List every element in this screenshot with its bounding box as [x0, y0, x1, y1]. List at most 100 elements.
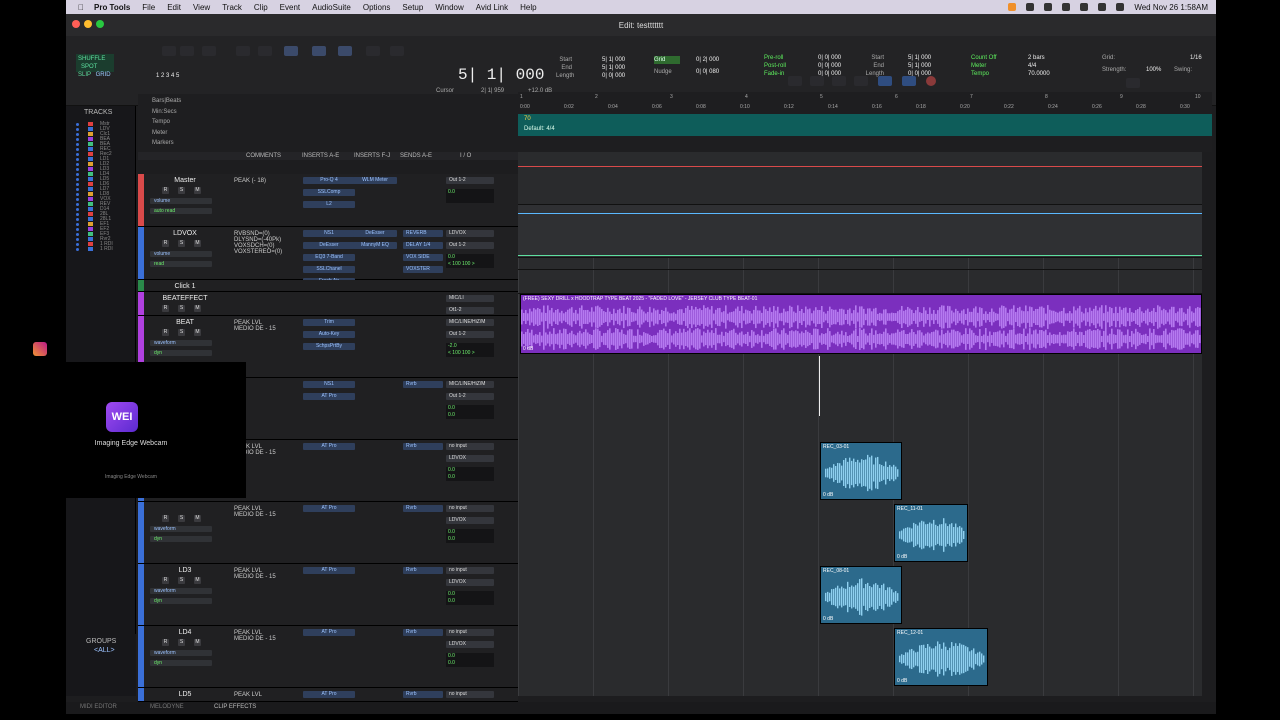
start-value[interactable]: 5| 1| 000 [602, 57, 625, 63]
track-mute-button[interactable]: M [194, 639, 201, 646]
track-show-dot[interactable] [76, 148, 79, 151]
clip-rec-12[interactable]: REC_12-01 0 dB [894, 628, 988, 686]
track-show-dot[interactable] [76, 128, 79, 131]
track-record-button[interactable]: R [162, 577, 169, 584]
wifi-icon[interactable] [1080, 3, 1089, 11]
track-show-dot[interactable] [76, 238, 79, 241]
track-show-dot[interactable] [76, 248, 79, 251]
track-record-button[interactable]: R [162, 329, 169, 336]
group-all[interactable]: <ALL> [66, 645, 136, 654]
insert-slot-fj[interactable]: WLM Meter [353, 177, 397, 184]
zoomer-tool-icon[interactable] [236, 46, 250, 56]
mode-slip[interactable]: SLIP [78, 72, 91, 78]
track-show-dot[interactable] [76, 218, 79, 221]
track-row[interactable]: LD5 PEAK LVL AT Pro Rvrb no input [138, 688, 518, 702]
insert-slot[interactable]: Trim [303, 319, 355, 326]
end2-value[interactable]: 5| 1| 000 [908, 63, 931, 69]
send-slot[interactable]: VOXSTER [403, 266, 443, 273]
stop-button[interactable] [878, 76, 892, 86]
countoff-value[interactable]: 2 bars [1028, 55, 1045, 61]
trim-tool-icon[interactable] [284, 46, 298, 56]
grid-right-value[interactable]: 1/16 [1190, 54, 1202, 62]
insert-slot[interactable]: SchpsPrtBy [303, 343, 355, 350]
volume-readout[interactable]: 0.0 0.0 [446, 591, 494, 605]
control-center-icon[interactable] [1116, 3, 1125, 11]
pan-value[interactable]: 0.0 [448, 536, 455, 542]
mode-spot[interactable]: SPOT [81, 64, 97, 70]
track-comment[interactable]: PEAK LVL MEDIO DE - 15 [234, 568, 276, 580]
play-button[interactable] [832, 76, 846, 86]
volume-value[interactable]: 0.0 [448, 254, 455, 260]
track-solo-button[interactable]: S [178, 639, 185, 646]
insert-slot[interactable]: Pro-Q 4 [303, 177, 355, 184]
menu-file[interactable]: File [142, 3, 155, 12]
zoom-toggle-button[interactable] [202, 46, 216, 56]
io-selector[interactable]: Out 1-2 [446, 331, 494, 338]
track-row[interactable]: R S Mwaveform dyn PEAK LVL MEDIO DE - 15 AT P… [138, 502, 518, 564]
insert-slot[interactable]: NS1 [303, 381, 355, 388]
volume-value[interactable]: 0.0 [448, 467, 455, 473]
track-mute-button[interactable]: M [194, 305, 201, 312]
volume-icon[interactable] [1026, 3, 1035, 11]
midi-values[interactable]: 2 bars 4/4 70.0000 [1028, 54, 1050, 78]
track-comment[interactable]: PEAK LVL [234, 692, 262, 698]
volume-readout[interactable]: 0.0 [446, 189, 494, 203]
tab-melodyne[interactable]: MELODYNE [150, 704, 184, 710]
insert-slot[interactable]: L2 [303, 201, 355, 208]
io-selector[interactable]: MIC/LI [446, 295, 494, 302]
sidebar-track-item[interactable]: 1 RDI [66, 247, 135, 252]
track-automation-selector[interactable]: dyn [150, 350, 212, 356]
edit-modes[interactable]: SHUFFLE SPOT SLIP GRID [76, 54, 114, 78]
clip-rec-08[interactable]: REC_08-01 0 dB [820, 566, 902, 624]
send-slot[interactable]: Rvrb [403, 629, 443, 636]
pan-value[interactable]: 0.0 [448, 660, 455, 666]
transport-sel-values[interactable]: 5| 1| 000 5| 1| 000 0| 0| 000 [908, 54, 931, 78]
selector-tool-icon[interactable] [312, 46, 326, 56]
menu-edit[interactable]: Edit [167, 3, 181, 12]
track-solo-button[interactable]: S [178, 577, 185, 584]
tab-midi-editor[interactable]: MIDI EDITOR [80, 704, 117, 710]
track-comment[interactable]: PEAK LVL MEDIO DE - 15 [234, 630, 276, 642]
track-solo-button[interactable]: S [178, 187, 185, 194]
track-show-dot[interactable] [76, 203, 79, 206]
track-automation-selector[interactable]: auto read [150, 208, 212, 214]
track-view-selector[interactable]: waveform [150, 526, 212, 532]
track-name[interactable]: BEATEFFECT [150, 295, 220, 302]
insert-slot[interactable]: Auto-Key [303, 331, 355, 338]
insert-slot[interactable]: AT Pro [303, 691, 355, 698]
tool-search-icon[interactable] [1126, 78, 1140, 88]
track-solo-button[interactable]: S [178, 329, 185, 336]
track-show-dot[interactable] [76, 228, 79, 231]
send-slot[interactable]: Rvrb [403, 567, 443, 574]
track-show-dot[interactable] [76, 198, 79, 201]
track-show-dot[interactable] [76, 158, 79, 161]
track-mute-button[interactable]: M [194, 515, 201, 522]
postroll-value[interactable]: 0| 0| 000 [818, 63, 841, 69]
main-counter[interactable]: 5| 1| 000 [458, 66, 544, 84]
io-selector[interactable]: Out 1-2 [446, 177, 494, 184]
pencil-tool-icon[interactable] [390, 46, 404, 56]
track-view-selector[interactable]: waveform [150, 588, 212, 594]
volume-readout[interactable]: 0.0 0.0 [446, 529, 494, 543]
clip-rec-11[interactable]: REC_11-01 0 dB [894, 504, 968, 562]
nudge-value[interactable]: 0| 0| 080 [696, 68, 719, 76]
status-app-icon[interactable] [1008, 3, 1017, 11]
zoom-out-button[interactable] [162, 46, 176, 56]
clip-beat[interactable]: (FREE) SEXY DRILL x HOODTRAP TYPE BEAT 2… [520, 294, 1202, 354]
nudge-label[interactable]: Nudge [654, 68, 672, 76]
track-show-dot[interactable] [76, 213, 79, 216]
track-automation-selector[interactable]: dyn [150, 660, 212, 666]
record-button[interactable] [926, 76, 936, 86]
track-show-dot[interactable] [76, 233, 79, 236]
close-icon[interactable] [72, 20, 80, 28]
tab-clip-effects[interactable]: CLIP EFFECTS [214, 704, 256, 710]
track-view-selector[interactable]: waveform [150, 340, 212, 346]
track-record-button[interactable]: R [162, 187, 169, 194]
timeline-lanes[interactable]: (FREE) SEXY DRILL x HOODTRAP TYPE BEAT 2… [518, 152, 1202, 696]
track-view-selector[interactable]: waveform [150, 650, 212, 656]
start2-value[interactable]: 5| 1| 000 [908, 55, 931, 61]
track-mute-button[interactable]: M [194, 240, 201, 247]
track-record-button[interactable]: R [162, 305, 169, 312]
minimize-icon[interactable] [84, 20, 92, 28]
insert-slot[interactable]: AT Pro [303, 393, 355, 400]
